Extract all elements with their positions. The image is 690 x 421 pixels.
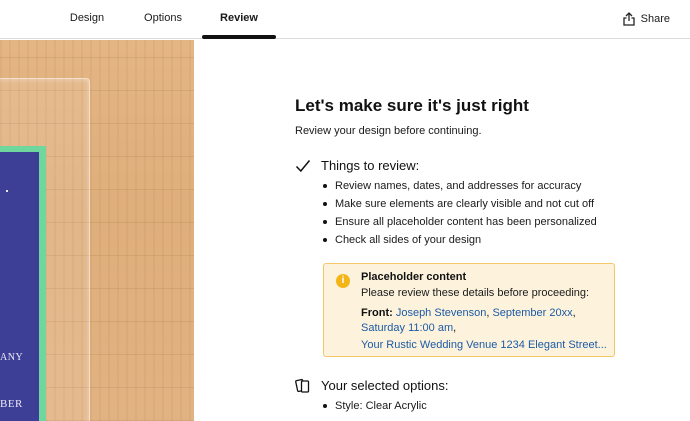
alert-line: Saturday 11:00 am, <box>361 322 456 334</box>
tab-options[interactable]: Options <box>128 0 198 38</box>
placeholder-alert: i Placeholder content Please review thes… <box>323 263 615 357</box>
alert-title: Placeholder content <box>361 271 467 283</box>
section-heading-label: Things to review: <box>321 158 420 173</box>
page-subtitle: Review your design before continuing. <box>295 125 482 137</box>
things-to-review-heading: Things to review: <box>295 158 419 173</box>
list-item: Make sure elements are clearly visible a… <box>323 195 597 213</box>
list-item: Style: Clear Acrylic <box>323 397 427 415</box>
placeholder-link[interactable]: Saturday 11:00 am <box>361 322 453 334</box>
design-preview: ANY BER <box>0 40 194 421</box>
card-text-fragment: BER <box>0 398 23 410</box>
placeholder-link[interactable]: Your Rustic Wedding Venue 1234 Elegant S… <box>361 339 607 351</box>
share-label: Share <box>640 13 670 25</box>
checkmark-icon <box>295 159 311 173</box>
product-options-icon <box>295 377 311 393</box>
tab-design[interactable]: Design <box>52 0 122 38</box>
info-icon: i <box>336 274 350 288</box>
card-ornament <box>6 190 8 192</box>
placeholder-link[interactable]: September 20xx <box>492 307 572 319</box>
card-face <box>0 152 39 421</box>
placeholder-link[interactable]: Joseph Stevenson <box>396 307 487 319</box>
separator: , <box>453 322 457 334</box>
alert-line: Front: Joseph Stevenson, September 20xx, <box>361 307 576 319</box>
list-item: Ensure all placeholder content has been … <box>323 213 597 231</box>
list-item: Review names, dates, and addresses for a… <box>323 177 597 195</box>
selected-options-heading: Your selected options: <box>295 377 448 393</box>
share-icon <box>622 12 635 26</box>
page-title: Let's make sure it's just right <box>295 96 529 115</box>
tab-review[interactable]: Review <box>202 0 276 38</box>
alert-line: Your Rustic Wedding Venue 1234 Elegant S… <box>361 339 607 351</box>
review-checklist: Review names, dates, and addresses for a… <box>323 177 597 249</box>
side-label: Front: <box>361 307 393 319</box>
card-text-fragment: ANY <box>0 352 24 363</box>
alert-description: Please review these details before proce… <box>361 287 590 299</box>
share-button[interactable]: Share <box>622 10 670 28</box>
list-item: Check all sides of your design <box>323 231 597 249</box>
section-heading-label: Your selected options: <box>321 377 449 393</box>
separator: , <box>572 307 576 319</box>
top-navigation: Design Options Review Share <box>0 0 690 39</box>
selected-options-list: Style: Clear Acrylic <box>323 397 427 415</box>
active-tab-indicator <box>202 35 276 39</box>
